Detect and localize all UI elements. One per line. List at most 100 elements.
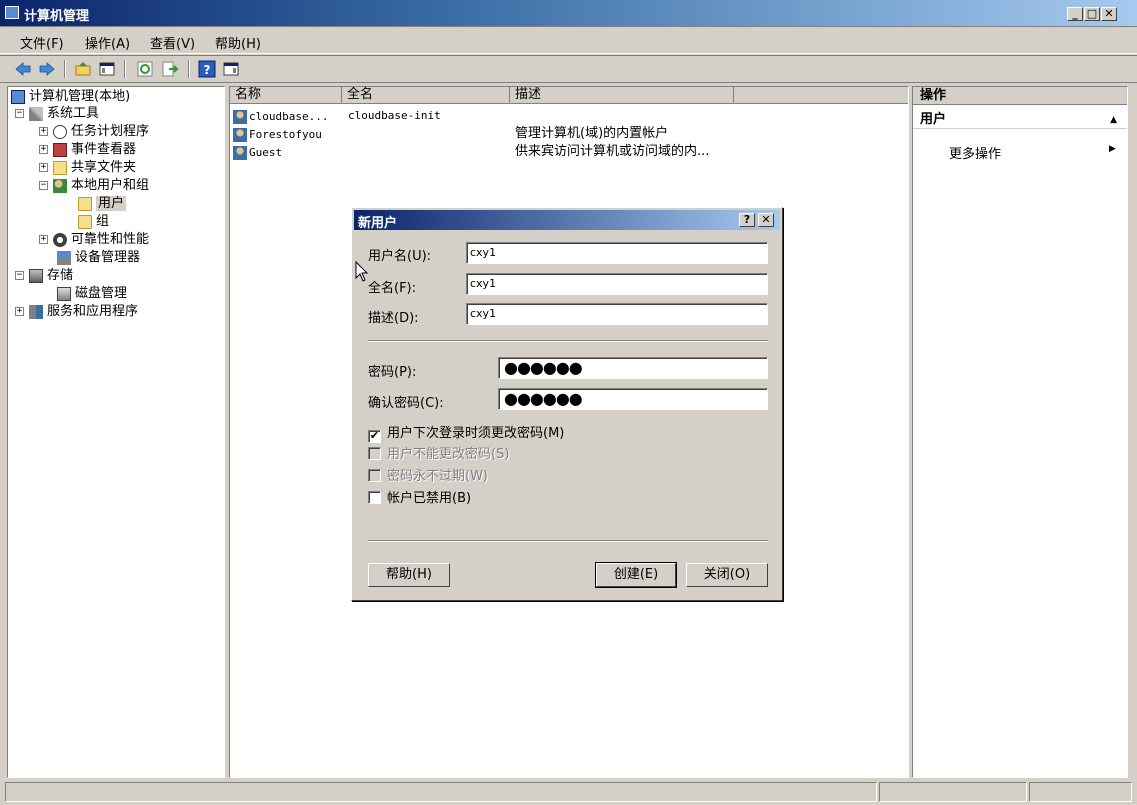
tree-item-disk-management[interactable]: 磁盘管理 [57, 286, 127, 302]
help-icon[interactable]: ? [198, 60, 216, 78]
description-input[interactable]: cxy1 [466, 303, 768, 325]
expand-icon[interactable]: + [39, 235, 48, 244]
confirm-password-label: 确认密码(C): [368, 396, 444, 411]
storage-icon [29, 268, 43, 283]
expand-icon[interactable]: + [39, 163, 48, 172]
list-item[interactable]: Guest [233, 144, 282, 160]
submenu-arrow-icon: ▶ [1109, 144, 1116, 154]
checkbox-password-never-expires[interactable]: 密码永不过期(W) [368, 469, 488, 484]
fullname-input[interactable]: cxy1 [466, 273, 768, 295]
expand-icon[interactable]: + [39, 145, 48, 154]
tree-item-task-scheduler[interactable]: + 任务计划程序 [39, 124, 149, 140]
tree-item-storage[interactable]: − 存储 [15, 268, 73, 284]
menu-bar: 文件(F) 操作(A) 查看(V) 帮助(H) [0, 27, 1137, 54]
folder-icon [78, 196, 92, 211]
divider [368, 540, 768, 542]
tree-item-shared-folders[interactable]: + 共享文件夹 [39, 160, 136, 176]
checkbox-must-change-password[interactable]: ✔ 用户下次登录时须更改密码(M) [368, 426, 564, 443]
collapse-arrow-icon[interactable]: ▲ [1110, 111, 1117, 129]
checkbox-box[interactable] [368, 447, 381, 460]
list-item[interactable]: Forestofyou [233, 126, 322, 142]
maximize-button[interactable]: □ [1084, 7, 1100, 21]
users-groups-icon [53, 178, 67, 193]
dialog-help-button[interactable]: ? [739, 213, 755, 227]
username-input[interactable]: cxy1 [466, 242, 768, 264]
confirm-password-input[interactable]: ●●●●●● [498, 388, 768, 410]
tree-item-device-manager[interactable]: 设备管理器 [57, 250, 140, 266]
clock-icon [53, 124, 67, 139]
password-input[interactable]: ●●●●●● [498, 357, 768, 379]
status-cell [879, 782, 1027, 802]
create-button[interactable]: 创建(E) [595, 562, 677, 588]
expand-icon[interactable]: + [15, 307, 24, 316]
show-hide-tree-icon[interactable] [98, 60, 116, 78]
dialog-title: 新用户 [358, 216, 398, 231]
toolbar-separator [124, 60, 126, 78]
menu-view[interactable]: 查看(V) [150, 33, 195, 52]
list-item[interactable]: cloudbase... [233, 108, 328, 124]
actions-section-users[interactable]: 用户 ▲ [913, 111, 1127, 129]
user-icon [233, 127, 247, 142]
divider [368, 340, 768, 342]
refresh-icon[interactable] [136, 60, 154, 78]
list-item-description: 管理计算机(域)的内置帐户 [515, 126, 669, 141]
checkbox-account-disabled[interactable]: 帐户已禁用(B) [368, 491, 471, 506]
username-label: 用户名(U): [368, 249, 432, 264]
actions-header: 操作 [913, 87, 1127, 105]
window-title-bar[interactable]: 计算机管理 _ □ ✕ [0, 0, 1137, 27]
device-manager-icon [57, 250, 71, 265]
close-dialog-button[interactable]: 关闭(O) [686, 563, 768, 587]
column-header-name[interactable]: 名称 [230, 87, 342, 104]
tree-item-users[interactable]: 用户 [78, 196, 127, 212]
checkbox-box[interactable] [368, 491, 381, 504]
dialog-title-bar[interactable]: 新用户 ? ✕ [354, 210, 780, 231]
user-icon [233, 145, 247, 160]
checkbox-box[interactable] [368, 469, 381, 482]
console-tree: 计算机管理(本地) − 系统工具 + 任务计划程序 + 事件查看器 + 共享文件夹 − 本… [7, 86, 225, 778]
help-button[interactable]: 帮助(H) [368, 563, 450, 587]
show-action-pane-icon[interactable] [222, 60, 240, 78]
up-folder-icon[interactable] [74, 60, 92, 78]
status-cell [5, 782, 877, 802]
description-label: 描述(D): [368, 311, 419, 326]
minimize-button[interactable]: _ [1067, 7, 1083, 21]
checkbox-cannot-change-password[interactable]: 用户不能更改密码(S) [368, 447, 509, 462]
tools-icon [29, 106, 43, 121]
column-header-description[interactable]: 描述 [510, 87, 734, 104]
actions-pane: 操作 用户 ▲ 更多操作 ▶ [912, 86, 1128, 778]
checkbox-box[interactable]: ✔ [368, 430, 381, 443]
tree-item-event-viewer[interactable]: + 事件查看器 [39, 142, 136, 158]
disk-icon [57, 286, 71, 301]
password-label: 密码(P): [368, 365, 417, 380]
menu-file[interactable]: 文件(F) [20, 33, 64, 52]
column-header-fullname[interactable]: 全名 [342, 87, 510, 104]
expand-icon[interactable]: + [39, 127, 48, 136]
export-list-icon[interactable] [161, 60, 179, 78]
close-button[interactable]: ✕ [1101, 7, 1117, 21]
svg-text:?: ? [204, 63, 211, 77]
services-icon [29, 304, 43, 319]
window-title: 计算机管理 [24, 9, 90, 24]
tree-item-groups[interactable]: 组 [78, 214, 109, 230]
collapse-icon[interactable]: − [15, 271, 24, 280]
list-item-description: 供来宾访问计算机或访问域的内... [515, 144, 710, 159]
column-header-empty [734, 87, 908, 104]
toolbar-separator [64, 60, 66, 78]
menu-action[interactable]: 操作(A) [85, 33, 130, 52]
tree-item-local-users-groups[interactable]: − 本地用户和组 [39, 178, 149, 194]
menu-help[interactable]: 帮助(H) [215, 33, 261, 52]
dialog-close-x-button[interactable]: ✕ [758, 213, 774, 227]
forward-arrow-icon[interactable] [38, 60, 56, 78]
back-arrow-icon[interactable] [14, 60, 32, 78]
list-item-fullname: cloudbase-init [348, 109, 441, 122]
tree-root[interactable]: 计算机管理(本地) [11, 89, 130, 105]
collapse-icon[interactable]: − [15, 109, 24, 118]
computer-management-icon [5, 6, 19, 19]
new-user-dialog: 新用户 ? ✕ 用户名(U): cxy1 全名(F): cxy1 描述(D): … [351, 207, 783, 601]
tree-item-services-apps[interactable]: + 服务和应用程序 [15, 304, 138, 320]
tree-item-reliability[interactable]: + 可靠性和性能 [39, 232, 149, 248]
performance-icon [53, 232, 67, 247]
collapse-icon[interactable]: − [39, 181, 48, 190]
more-actions-link[interactable]: 更多操作 [949, 143, 1001, 162]
tree-item-system-tools[interactable]: − 系统工具 [15, 106, 99, 122]
